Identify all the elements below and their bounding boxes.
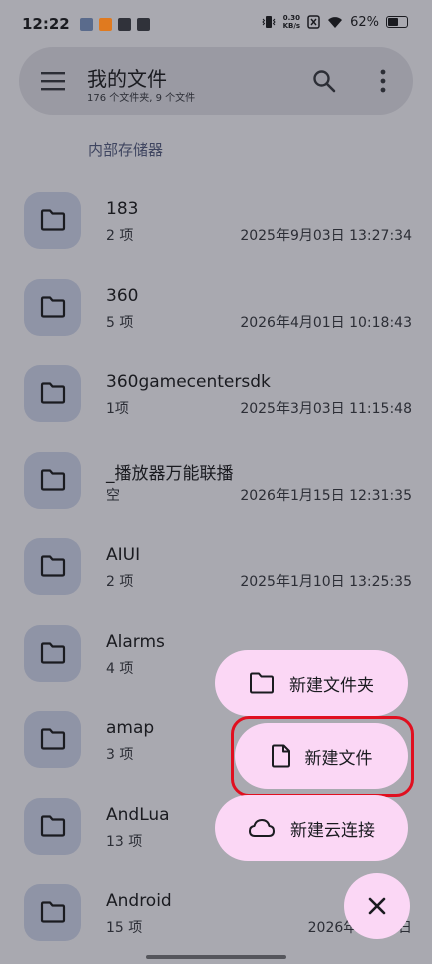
more-vert-icon[interactable]	[371, 68, 395, 94]
folder-item-count: 空	[106, 487, 120, 504]
page-title: 我的文件	[87, 67, 167, 91]
folder-row[interactable]: _播放器万能联播 空 2026年1月15日 12:31:35	[0, 438, 432, 525]
folder-icon	[40, 728, 66, 750]
folder-icon	[40, 901, 66, 923]
net-speed-value: 0.30	[282, 14, 300, 22]
folder-tile	[24, 451, 81, 509]
folder-tile	[24, 538, 81, 595]
battery-percent: 62%	[350, 14, 379, 30]
folder-item-count: 4 项	[106, 660, 134, 677]
folder-tile	[24, 797, 81, 855]
folder-icon	[40, 295, 66, 318]
vibrate-icon	[261, 16, 276, 28]
folder-modified-date: 2025年9月03日 13:27:34	[240, 228, 412, 244]
battery-icon	[386, 16, 408, 28]
folder-name: Android	[106, 891, 172, 911]
cloud-icon	[249, 819, 275, 837]
status-left: 12:22	[22, 15, 150, 33]
folder-icon	[40, 209, 66, 231]
folder-name: amap	[106, 718, 155, 738]
folder-name: AIUI	[106, 545, 141, 565]
folder-name: 183	[106, 199, 139, 219]
folder-row[interactable]: 183 2 项 2025年9月03日 13:27:34	[0, 178, 432, 265]
top-app-bar: 我的文件 176 个文件夹, 9 个文件	[19, 47, 413, 115]
new-cloud-label: 新建云连接	[290, 820, 375, 841]
folder-modified-date: 2026年4月01日 10:18:43	[240, 314, 412, 331]
hamburger-menu-icon[interactable]	[39, 69, 67, 93]
page-subtitle: 176 个文件夹, 9 个文件	[87, 93, 196, 104]
new-folder-label: 新建文件夹	[289, 675, 374, 696]
wifi-icon	[328, 16, 343, 28]
search-icon[interactable]	[311, 68, 337, 94]
status-bar: 12:22 0.30 KB/s 62%	[0, 0, 432, 50]
folder-item-count: 1项	[106, 401, 129, 417]
folder-item-count: 2 项	[106, 574, 134, 590]
folder-row[interactable]: 360gamecentersdk 1项 2025年3月03日 11:15:48	[0, 351, 432, 438]
close-fab-button[interactable]	[344, 873, 410, 939]
folder-icon	[40, 468, 66, 491]
folder-tile	[24, 192, 81, 249]
app-notification-icon	[98, 17, 112, 31]
storage-section-label: 内部存储器	[88, 141, 164, 159]
folder-name: 360	[106, 285, 139, 306]
folder-row[interactable]: 360 5 项 2026年4月01日 10:18:43	[0, 265, 432, 352]
folder-item-count: 5 项	[106, 314, 134, 331]
folder-row[interactable]: AIUI 2 项 2025年1月10日 13:25:35	[0, 524, 432, 611]
folder-modified-date: 2025年1月10日 13:25:35	[240, 574, 412, 590]
folder-tile	[24, 278, 81, 336]
folder-item-count: 3 项	[106, 747, 134, 763]
battery-fill	[388, 18, 398, 26]
folder-name: AndLua	[106, 804, 170, 825]
folder-icon	[40, 814, 66, 837]
new-cloud-connection-button[interactable]: 新建云连接	[215, 795, 408, 861]
folder-name: _播放器万能联播	[106, 463, 234, 484]
folder-tile	[24, 365, 81, 422]
notification-icon	[136, 17, 150, 31]
folder-item-count: 15 项	[106, 920, 143, 936]
folder-modified-date: 2026年1月15日 12:31:35	[240, 487, 412, 504]
link-notification-icon	[117, 17, 131, 31]
status-right: 0.30 KB/s 62%	[261, 14, 408, 30]
net-speed-unit: KB/s	[282, 22, 301, 30]
folder-name: Alarms	[106, 631, 165, 652]
new-folder-button[interactable]: 新建文件夹	[215, 650, 408, 716]
net-speed: 0.30 KB/s	[283, 14, 300, 30]
folder-outline-icon	[250, 672, 274, 694]
folder-tile	[24, 711, 81, 768]
folder-tile	[24, 624, 81, 682]
media-notification-icon	[79, 17, 93, 31]
status-time: 12:22	[22, 15, 70, 33]
folder-modified-date: 2025年3月03日 11:15:48	[240, 401, 412, 417]
folder-tile	[24, 884, 81, 941]
close-icon	[368, 897, 386, 915]
folder-icon	[40, 555, 66, 577]
folder-name: 360gamecentersdk	[106, 372, 271, 392]
folder-item-count: 13 项	[106, 833, 143, 850]
sim-off-icon	[307, 15, 320, 29]
folder-item-count: 2 项	[106, 228, 134, 244]
folder-icon	[40, 382, 66, 404]
gesture-nav-handle[interactable]	[146, 955, 286, 959]
highlight-frame	[231, 716, 414, 797]
folder-icon	[40, 641, 66, 664]
